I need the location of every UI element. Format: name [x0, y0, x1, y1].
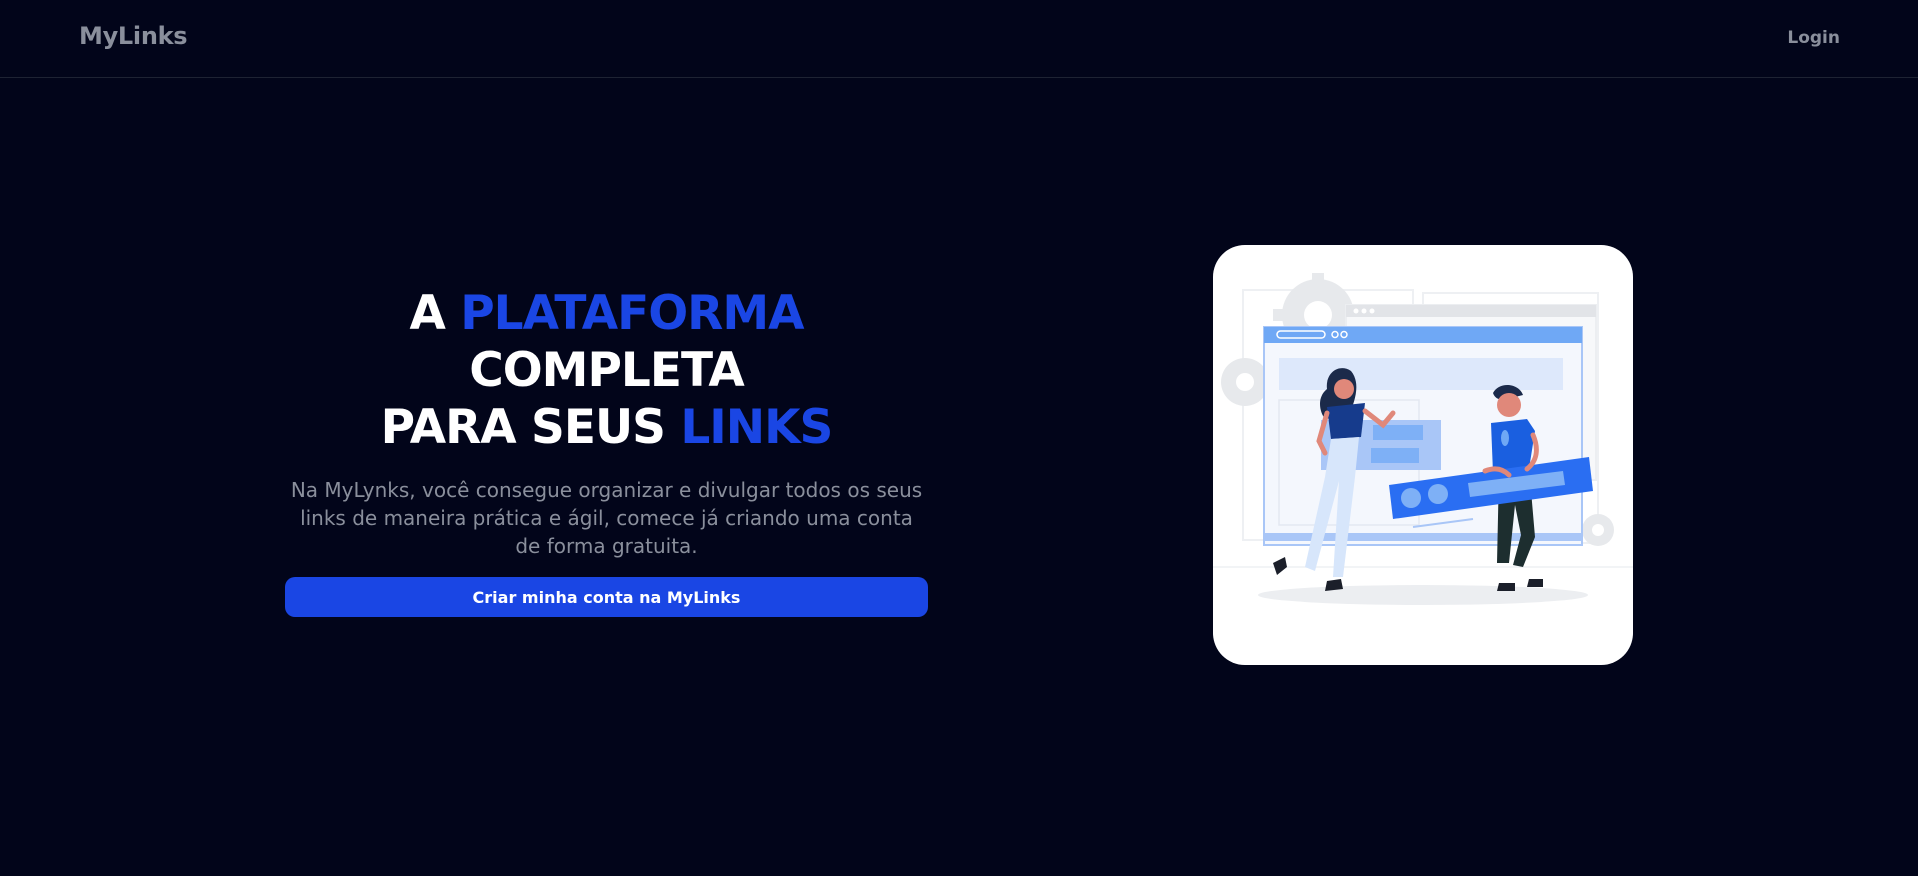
headline-text: COMPLETA — [469, 343, 745, 398]
headline-text: A — [409, 286, 461, 341]
headline-text: PARA SEUS — [380, 400, 681, 455]
people-building-website-illustration — [1213, 273, 1633, 605]
headline-highlight: LINKS — [680, 400, 833, 455]
brand-logo[interactable]: MyLinks — [79, 22, 188, 50]
hero-illustration-card — [1213, 245, 1633, 665]
hero-section: A PLATAFORMA COMPLETA PARA SEUS LINKS Na … — [285, 285, 928, 560]
hero-headline: A PLATAFORMA COMPLETA PARA SEUS LINKS — [285, 285, 928, 456]
top-navbar: MyLinks Login — [0, 0, 1918, 78]
login-link[interactable]: Login — [1787, 28, 1840, 48]
headline-highlight: PLATAFORMA — [460, 286, 804, 341]
create-account-button[interactable]: Criar minha conta na MyLinks — [285, 577, 928, 617]
hero-description: Na MyLynks, você consegue organizar e di… — [290, 478, 923, 558]
